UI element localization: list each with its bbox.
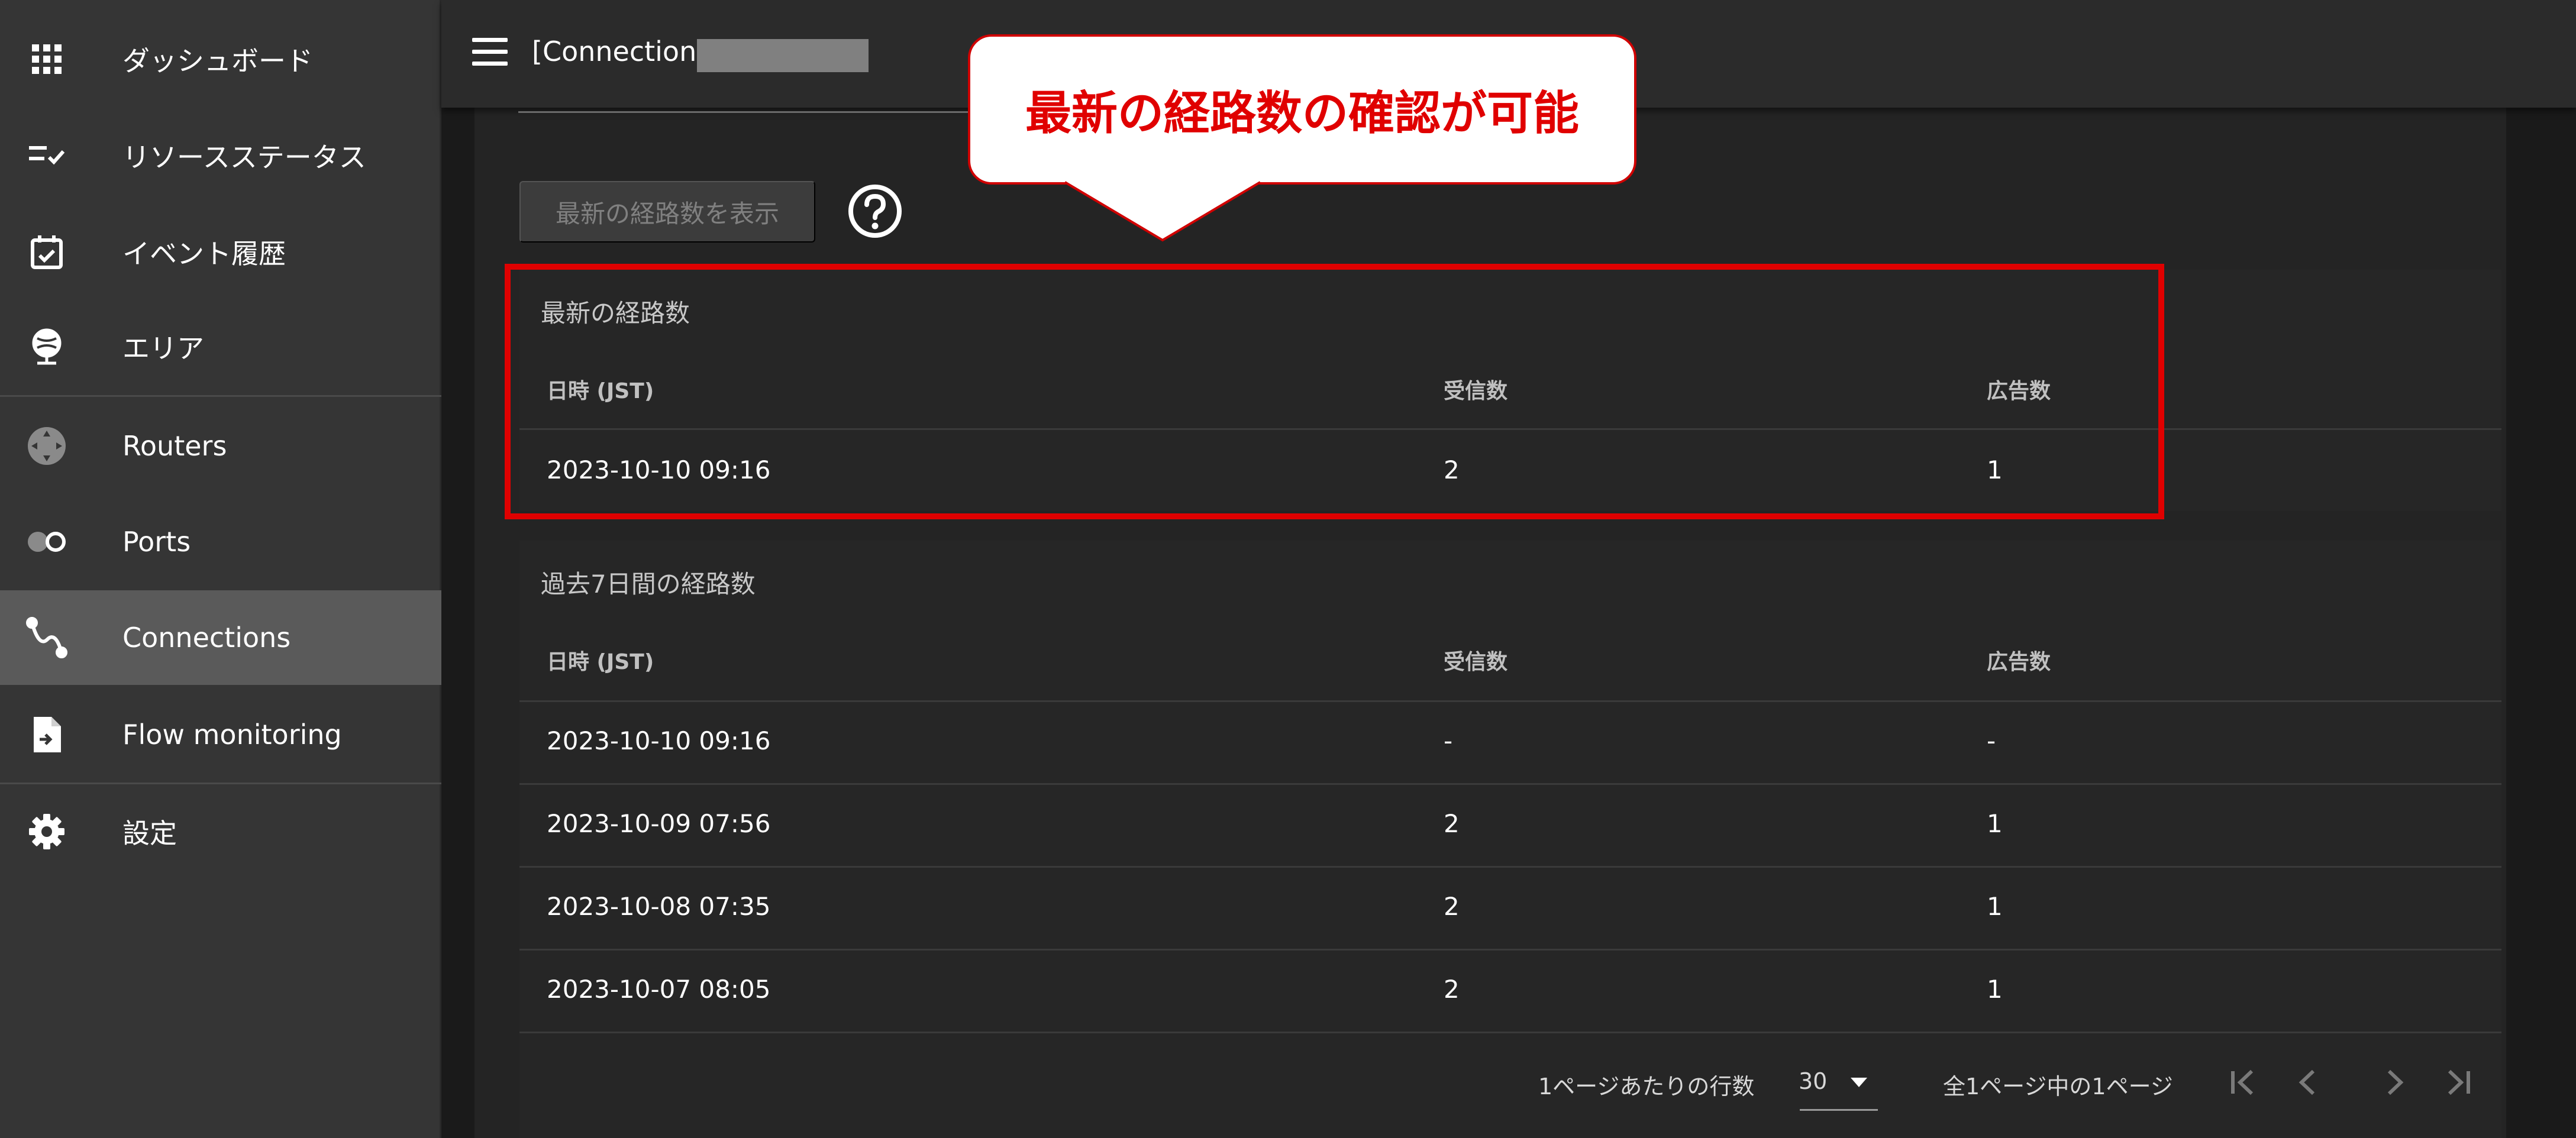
globe-icon [25,325,69,368]
chevron-down-icon [1851,1078,1867,1087]
cell-advertised: 1 [1987,892,2003,921]
cell-datetime: 2023-10-10 09:16 [547,726,771,755]
highlight-box [505,264,2164,519]
column-header-datetime[interactable]: 日時 (JST) [547,645,654,675]
sidebar-item-flow-monitoring[interactable]: Flow monitoring [0,687,441,782]
gear-icon [25,810,69,854]
row-divider [519,1032,2501,1033]
redacted-block [697,39,869,72]
sidebar-item-dashboard[interactable]: ダッシュボード [0,12,441,106]
sidebar-item-label: イベント履歴 [122,238,286,270]
cell-datetime: 2023-10-08 07:35 [547,892,771,921]
grid-icon [25,37,69,81]
sidebar-item-label: エリア [122,332,204,364]
sidebar-item-label: リソースステータス [122,141,366,173]
tab-underline [518,111,974,113]
callout-tail [1065,181,1260,242]
cell-received: 2 [1444,809,1460,838]
cell-advertised: 1 [1987,975,2003,1004]
select-underline [1800,1109,1878,1111]
row-divider [519,866,2501,868]
column-header-received[interactable]: 受信数 [1444,645,1507,675]
sidebar-item-routers[interactable]: Routers [0,399,441,493]
cell-received: 2 [1444,975,1460,1004]
last-page-icon[interactable] [2440,1068,2475,1097]
sidebar-item-label: Connections [122,622,291,654]
menu-icon[interactable] [472,38,508,66]
show-latest-routes-button[interactable]: 最新の経路数を表示 [519,181,815,243]
column-header-advertised[interactable]: 広告数 [1987,645,2051,675]
file-export-icon [25,713,69,756]
cell-advertised: - [1987,726,1996,755]
router-icon [25,424,69,468]
sidebar-item-label: Ports [122,526,191,558]
row-divider [519,949,2501,951]
sidebar-item-ports[interactable]: Ports [0,494,441,589]
rows-per-page-label: 1ページあたりの行数 [1538,1074,1755,1100]
cell-datetime: 2023-10-07 08:05 [547,975,771,1004]
checklist-icon [25,134,69,177]
ports-icon [25,520,69,564]
cell-received: 2 [1444,892,1460,921]
cell-datetime: 2023-10-09 07:56 [547,809,771,838]
row-divider [519,783,2501,785]
sidebar-item-label: Flow monitoring [122,719,342,751]
sidebar-item-label: Routers [122,430,227,462]
first-page-icon[interactable] [2226,1068,2261,1097]
past-7-days-section: 過去7日間の経路数 日時 (JST) 受信数 広告数 2023-10-10 09… [519,541,2501,1138]
cell-received: - [1444,726,1453,755]
next-page-icon[interactable] [2376,1068,2412,1097]
sidebar-item-label: ダッシュボード [122,45,313,77]
sidebar-item-connections[interactable]: Connections [0,590,441,685]
sidebar-item-label: 設定 [122,817,177,849]
sidebar: ダッシュボード リソースステータス イベント履歴 エリア Routers Por… [0,0,441,1138]
row-divider [519,700,2501,702]
callout-bubble: 最新の経路数の確認が可能 [968,34,1636,185]
help-icon[interactable] [847,183,903,239]
section-title: 過去7日間の経路数 [541,570,756,599]
sidebar-item-settings[interactable]: 設定 [0,784,441,879]
cell-advertised: 1 [1987,809,2003,838]
page-info: 全1ページ中の1ページ [1943,1074,2173,1100]
calendar-check-icon [25,230,69,274]
nav-divider [0,395,441,397]
sidebar-item-resource-status[interactable]: リソースステータス [0,108,441,203]
connection-icon [25,616,69,659]
previous-page-icon[interactable] [2291,1068,2326,1097]
rows-per-page-value: 30 [1799,1068,1828,1094]
sidebar-item-event-history[interactable]: イベント履歴 [0,205,441,299]
sidebar-item-area[interactable]: エリア [0,299,441,394]
